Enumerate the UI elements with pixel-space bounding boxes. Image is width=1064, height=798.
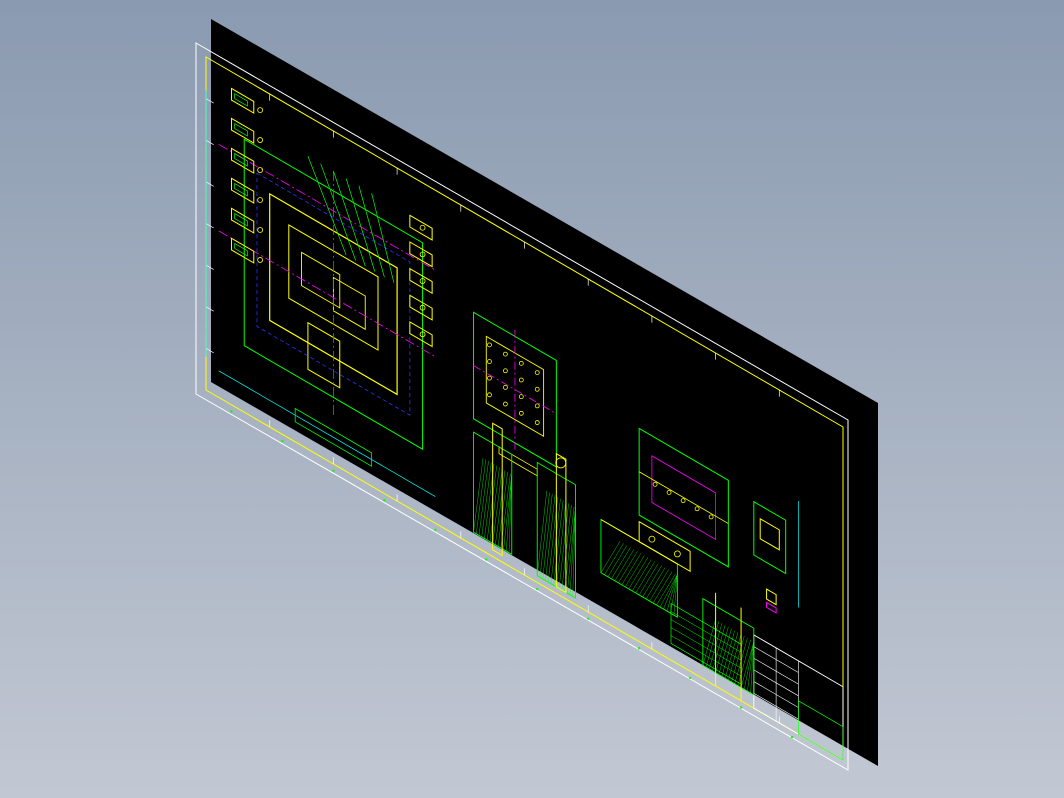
cad-viewport[interactable] xyxy=(0,0,1064,798)
frame-marker xyxy=(739,706,743,709)
frame-marker xyxy=(434,528,437,532)
frame-marker xyxy=(230,410,233,413)
drawing-sheet[interactable] xyxy=(211,19,878,766)
frame-marker xyxy=(383,499,386,502)
frame-marker xyxy=(536,587,539,591)
frame-marker xyxy=(281,439,284,443)
frame-marker xyxy=(332,469,335,472)
frame-marker xyxy=(587,617,590,620)
isometric-drawing-scene[interactable] xyxy=(0,0,1064,798)
frame-marker xyxy=(790,735,794,739)
frame-marker xyxy=(688,676,692,680)
frame-marker xyxy=(485,558,488,561)
frame-marker xyxy=(637,647,641,650)
